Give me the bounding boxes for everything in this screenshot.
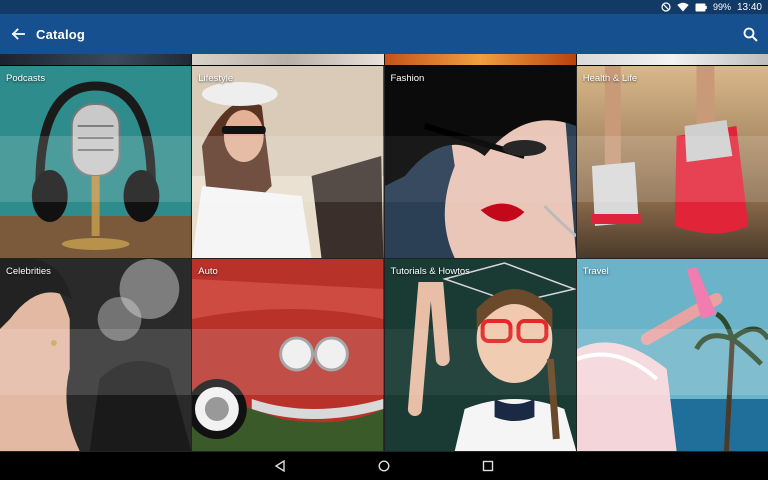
battery-percent: 99%: [712, 2, 731, 12]
status-bar: 99% 13:40: [0, 0, 768, 14]
clock: 13:40: [736, 1, 762, 13]
category-label: Podcasts: [6, 73, 46, 84]
category-tile-celebrities[interactable]: Celebrities: [0, 259, 192, 451]
battery-icon: [695, 3, 707, 11]
category-tile-travel[interactable]: Travel: [576, 259, 768, 451]
tile-overlay-band: [192, 329, 384, 395]
category-label: Celebrities: [6, 266, 51, 277]
home-circle-icon: [378, 460, 390, 472]
category-tile-podcasts[interactable]: Podcasts: [0, 66, 192, 258]
tile-overlay-band: [0, 136, 192, 202]
category-label: Health & Life: [582, 73, 638, 84]
nav-recents-button[interactable]: [476, 454, 500, 478]
tile-overlay-band: [384, 329, 576, 395]
tile-overlay-band: [192, 136, 384, 202]
category-label: Tutorials & Howtos: [390, 266, 470, 277]
category-grid: Podcasts Lifestyle Fashion Health & Life…: [0, 66, 768, 452]
category-tile-fashion[interactable]: Fashion: [384, 66, 576, 258]
nav-back-button[interactable]: [268, 454, 292, 478]
wifi-icon: [677, 2, 689, 12]
sliver-tile-2[interactable]: [192, 54, 384, 65]
category-tile-lifestyle[interactable]: Lifestyle: [192, 66, 384, 258]
search-button[interactable]: [738, 22, 762, 46]
tile-overlay-band: [384, 136, 576, 202]
tile-overlay-band: [0, 329, 192, 395]
arrow-left-icon: [11, 28, 25, 40]
do-not-disturb-icon: [661, 2, 671, 12]
system-nav-bar: [0, 452, 768, 480]
category-label: Lifestyle: [198, 73, 234, 84]
category-label: Travel: [582, 266, 609, 277]
back-button[interactable]: [0, 14, 36, 54]
page-title: Catalog: [36, 26, 86, 42]
nav-home-button[interactable]: [372, 454, 396, 478]
category-label: Fashion: [390, 73, 425, 84]
category-label: Auto: [198, 266, 218, 277]
sliver-tile-4[interactable]: [576, 54, 768, 65]
tile-overlay-band: [576, 329, 768, 395]
category-tile-tutorials-howtos[interactable]: Tutorials & Howtos: [384, 259, 576, 451]
recents-square-icon: [482, 460, 494, 472]
search-icon: [743, 27, 758, 42]
previous-row-sliver: [0, 54, 768, 65]
sliver-tile-3[interactable]: [384, 54, 576, 65]
sliver-tile-1[interactable]: [0, 54, 192, 65]
category-tile-health-life[interactable]: Health & Life: [576, 66, 768, 258]
tile-overlay-band: [576, 136, 768, 202]
category-tile-auto[interactable]: Auto: [192, 259, 384, 451]
back-triangle-icon: [274, 460, 285, 472]
app-bar: Catalog: [0, 14, 768, 54]
